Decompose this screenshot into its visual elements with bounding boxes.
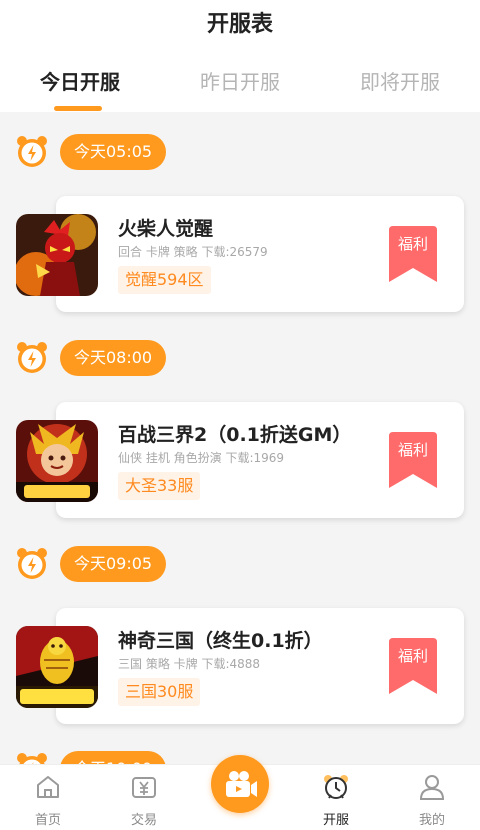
page-title: 开服表 bbox=[206, 12, 273, 37]
time-row: 今天05:05 bbox=[0, 132, 480, 172]
server-list[interactable]: 今天05:05 火柴人觉醒 回合 卡牌 策略 下载:26579 觉醒594区 福… bbox=[0, 112, 480, 764]
tab-today[interactable]: 今日开服 bbox=[0, 66, 160, 95]
nav-label: 首页 bbox=[34, 813, 61, 828]
video-camera-icon bbox=[226, 771, 257, 797]
time-badge: 今天09:05 bbox=[60, 546, 167, 582]
reward-label: 福利 bbox=[397, 441, 428, 459]
shenqi-sanguo-icon[interactable] bbox=[16, 626, 98, 708]
server-badge: 觉醒594区 bbox=[118, 266, 211, 294]
game-title: 百战三界2（0.1折送GM） bbox=[118, 424, 352, 446]
nav-home[interactable]: 首页 bbox=[0, 765, 96, 830]
baizhan-sanjie-icon[interactable] bbox=[16, 420, 98, 502]
reward-button[interactable]: 福利 bbox=[389, 432, 437, 488]
trade-icon bbox=[132, 777, 156, 798]
server-badge: 三国30服 bbox=[118, 678, 201, 706]
alarm-clock-icon bbox=[17, 548, 47, 579]
alarm-clock-icon bbox=[17, 136, 47, 167]
time-badge: 今天10:00 bbox=[60, 751, 167, 764]
game-title: 火柴人觉醒 bbox=[118, 218, 214, 240]
game-meta: 回合 卡牌 策略 下载:26579 bbox=[118, 245, 268, 259]
game-card[interactable]: 百战三界2（0.1折送GM） 仙侠 挂机 角色扮演 下载:1969 大圣33服 … bbox=[56, 402, 464, 518]
alarm-clock-icon bbox=[17, 753, 47, 764]
stickman-awakening-icon[interactable] bbox=[16, 214, 98, 296]
nav-mine[interactable]: 我的 bbox=[384, 765, 480, 830]
user-icon bbox=[419, 775, 445, 800]
nav-label: 我的 bbox=[418, 813, 445, 828]
time-badge: 今天05:05 bbox=[60, 134, 167, 170]
game-title: 神奇三国（终生0.1折） bbox=[118, 630, 323, 652]
reward-button[interactable]: 福利 bbox=[389, 638, 437, 694]
active-tab-indicator bbox=[54, 106, 102, 111]
alarm-clock-icon bbox=[324, 775, 348, 799]
bottom-nav: 首页 交易 开服 我的 bbox=[0, 755, 480, 830]
time-badge: 今天08:00 bbox=[60, 340, 167, 376]
tab-bar: 今日开服 昨日开服 即将开服 bbox=[0, 60, 480, 112]
nav-open-servers[interactable]: 开服 bbox=[288, 765, 384, 830]
nav-label: 交易 bbox=[130, 813, 157, 828]
reward-label: 福利 bbox=[397, 647, 428, 665]
reward-label: 福利 bbox=[397, 235, 428, 253]
tab-yesterday[interactable]: 昨日开服 bbox=[160, 66, 320, 95]
nav-trade[interactable]: 交易 bbox=[96, 765, 192, 830]
video-button[interactable] bbox=[211, 755, 269, 813]
game-meta: 仙侠 挂机 角色扮演 下载:1969 bbox=[118, 451, 285, 465]
time-row: 今天08:00 bbox=[0, 338, 480, 378]
top-bar: 开服表 今日开服 昨日开服 即将开服 bbox=[0, 0, 480, 112]
reward-button[interactable]: 福利 bbox=[389, 226, 437, 282]
nav-label: 开服 bbox=[322, 813, 349, 828]
game-card[interactable]: 神奇三国（终生0.1折） 三国 策略 卡牌 下载:4888 三国30服 福利 bbox=[56, 608, 464, 724]
home-icon bbox=[37, 776, 59, 798]
game-meta: 三国 策略 卡牌 下载:4888 bbox=[118, 657, 261, 671]
time-row: 今天09:05 bbox=[0, 544, 480, 584]
tab-upcoming[interactable]: 即将开服 bbox=[320, 66, 480, 95]
server-badge: 大圣33服 bbox=[118, 472, 201, 500]
game-card[interactable]: 火柴人觉醒 回合 卡牌 策略 下载:26579 觉醒594区 福利 bbox=[56, 196, 464, 312]
alarm-clock-icon bbox=[17, 342, 47, 373]
